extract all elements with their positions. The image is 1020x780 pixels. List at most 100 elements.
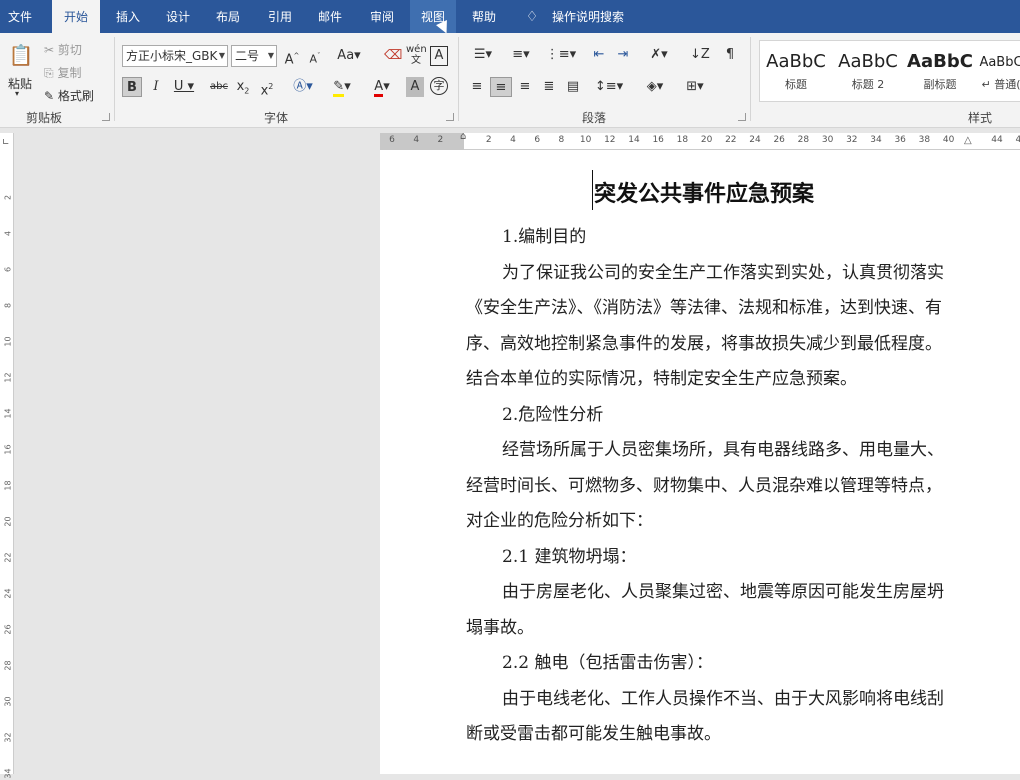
divider <box>458 37 459 121</box>
tab-file[interactable]: 文件 <box>0 0 40 33</box>
document-heading: 2.危险性分析 <box>502 404 604 425</box>
change-case-icon[interactable]: Aa▾ <box>336 46 362 66</box>
document-paragraph-line: 为了保证我公司的安全生产工作落实到实处，认真贯彻落实 <box>502 262 944 283</box>
vertical-ruler-tick: 16 <box>3 444 13 455</box>
show-marks-icon[interactable]: ¶ <box>722 45 738 65</box>
vertical-ruler-tick: 32 <box>3 732 13 743</box>
paragraph-launcher-icon[interactable] <box>738 113 746 121</box>
tab-references[interactable]: 引用 <box>260 0 300 33</box>
text-caret <box>592 170 593 210</box>
font-size-combo[interactable]: 二号 ▼ <box>231 45 277 67</box>
highlight-color-icon[interactable]: ✎▾ <box>326 77 358 97</box>
vertical-ruler-tick: 6 <box>3 266 13 273</box>
phonetic-guide-icon[interactable]: wén 文 <box>406 44 427 66</box>
font-family-combo[interactable]: 方正小标宋_GBK ▼ <box>122 45 228 67</box>
document-paragraph-line: 对企业的危险分析如下： <box>466 511 653 531</box>
document-paragraph-line: 结合本单位的实际情况，特制定安全生产应急预案。 <box>466 369 857 389</box>
tell-me-search[interactable]: 操作说明搜索 <box>548 0 628 33</box>
multilevel-list-icon[interactable]: ⋮≡▾ <box>544 45 578 65</box>
ribbon: 📋 粘贴 ▾ ✂ 剪切 ⎘ 复制 ✎ 格式刷 剪贴板 方正小标宋_GBK ▼ 二号… <box>0 33 1020 128</box>
document-page[interactable] <box>380 150 1020 774</box>
tab-home[interactable]: 开始 <box>52 0 100 33</box>
ruler-tick: 26 <box>773 135 785 145</box>
character-shading-icon[interactable]: A <box>406 77 424 97</box>
ruler-tick: 38 <box>918 135 931 145</box>
enclose-characters-icon[interactable]: 字 <box>430 77 448 95</box>
menu-bar: 文件 开始 插入 设计 布局 引用 邮件 审阅 视图 帮助 ♢ 操作说明搜索 <box>0 0 1020 36</box>
clipboard-launcher-icon[interactable] <box>102 113 110 121</box>
copy-button[interactable]: ⎘ 复制 <box>44 64 81 81</box>
paste-dropdown-icon[interactable]: ▾ <box>15 89 19 98</box>
paste-button[interactable]: 粘贴 <box>8 75 32 92</box>
grow-font-icon[interactable]: A^ <box>284 46 300 67</box>
font-color-icon[interactable]: A▾ <box>366 77 398 97</box>
format-painter-button[interactable]: ✎ 格式刷 <box>44 87 94 104</box>
lightbulb-icon: ♢ <box>525 9 539 25</box>
vertical-ruler-tick: 24 <box>3 588 13 599</box>
vertical-ruler-tick: 26 <box>3 624 13 635</box>
sort-icon[interactable]: ↓Z <box>690 45 710 65</box>
indent-marker-icon[interactable]: ⌂ <box>460 131 466 142</box>
ruler-tick: 12 <box>604 135 616 145</box>
tab-selector-icon[interactable]: ∟ <box>2 138 10 148</box>
bold-button[interactable]: B <box>122 77 142 97</box>
italic-button[interactable]: I <box>148 77 164 97</box>
ruler-tick: 36 <box>894 135 906 145</box>
document-paragraph-line: 由于电线老化、工作人员操作不当、由于大风影响将电线刮 <box>502 688 944 709</box>
clear-formatting-icon[interactable]: ⌫ <box>384 46 402 66</box>
align-center-icon[interactable]: ≡ <box>490 77 512 97</box>
decrease-indent-icon[interactable]: ⇤ <box>590 45 608 65</box>
divider <box>114 37 115 121</box>
tab-review[interactable]: 审阅 <box>362 0 402 33</box>
tab-insert[interactable]: 插入 <box>108 0 148 33</box>
tab-design[interactable]: 设计 <box>158 0 198 33</box>
underline-button[interactable]: U ▾ <box>170 77 198 97</box>
ruler-tick: 2 <box>437 135 444 145</box>
tab-mailings[interactable]: 邮件 <box>310 0 350 33</box>
paste-icon[interactable]: 📋 <box>8 41 34 69</box>
ruler-tick: 10 <box>579 135 592 145</box>
chinese-layout-icon[interactable]: ✗▾ <box>644 45 674 65</box>
style-title[interactable]: AaBbC 标题 <box>760 41 832 101</box>
character-border-icon[interactable]: A <box>430 46 448 66</box>
line-spacing-icon[interactable]: ↕≡▾ <box>594 77 624 97</box>
style-subtitle[interactable]: AaBbC 副标题 <box>904 41 976 101</box>
ruler-tick: 14 <box>628 135 640 145</box>
style-normal[interactable]: AaBbC ↵ 普通( <box>976 41 1020 101</box>
document-heading: 1.编制目的 <box>502 227 587 247</box>
document-heading: 2.2 触电（包括雷击伤害）： <box>502 653 713 673</box>
document-paragraph-line: 经营时间长、可燃物多、财物集中、人员混杂难以管理等特点， <box>466 475 942 496</box>
font-launcher-icon[interactable] <box>446 113 454 121</box>
horizontal-ruler: 6 4 2 2 4 6 8 10 12 14 16 18 20 22 24 26 28 30 32 34 36 38 40 4… <box>380 131 1020 150</box>
borders-icon[interactable]: ⊞▾ <box>680 77 710 97</box>
subscript-icon[interactable]: x2 <box>234 77 252 97</box>
vertical-ruler-tick: 14 <box>3 408 13 419</box>
tab-layout[interactable]: 布局 <box>208 0 248 33</box>
ruler-tick: 4 <box>510 135 516 145</box>
numbering-icon[interactable]: ≡▾ <box>506 45 536 65</box>
ruler-tick: 46 <box>1015 135 1020 145</box>
ruler-tick: 8 <box>558 135 565 145</box>
vertical-ruler-tick: 18 <box>3 480 13 491</box>
justify-icon[interactable]: ≣ <box>540 77 558 97</box>
superscript-icon[interactable]: x2 <box>258 77 276 98</box>
text-effects-icon[interactable]: Ⓐ▾ <box>288 77 318 97</box>
right-indent-marker-icon[interactable]: △ <box>964 135 972 146</box>
align-right-icon[interactable]: ≡ <box>516 77 534 97</box>
shrink-font-icon[interactable]: Aˇ <box>307 46 323 66</box>
copy-icon: ⎘ <box>44 66 54 80</box>
vertical-ruler-tick: 28 <box>3 660 13 671</box>
cut-button[interactable]: ✂ 剪切 <box>44 41 82 58</box>
distributed-icon[interactable]: ▤ <box>564 77 582 97</box>
shading-icon[interactable]: ◈▾ <box>640 77 670 97</box>
increase-indent-icon[interactable]: ⇥ <box>614 45 632 65</box>
document-paragraph-line: 由于房屋老化、人员聚集过密、地震等原因可能发生房屋坍 <box>502 582 944 602</box>
bullets-icon[interactable]: ☰▾ <box>468 45 498 65</box>
ruler-tick: 4 <box>413 135 420 145</box>
vertical-ruler-tick: 10 <box>3 336 13 347</box>
strikethrough-icon[interactable]: abc <box>208 77 230 97</box>
style-heading-2[interactable]: AaBbC 标题 2 <box>832 41 904 101</box>
ruler-tick: 2 <box>485 135 492 145</box>
align-left-icon[interactable]: ≡ <box>468 77 486 97</box>
tab-help[interactable]: 帮助 <box>464 0 504 33</box>
